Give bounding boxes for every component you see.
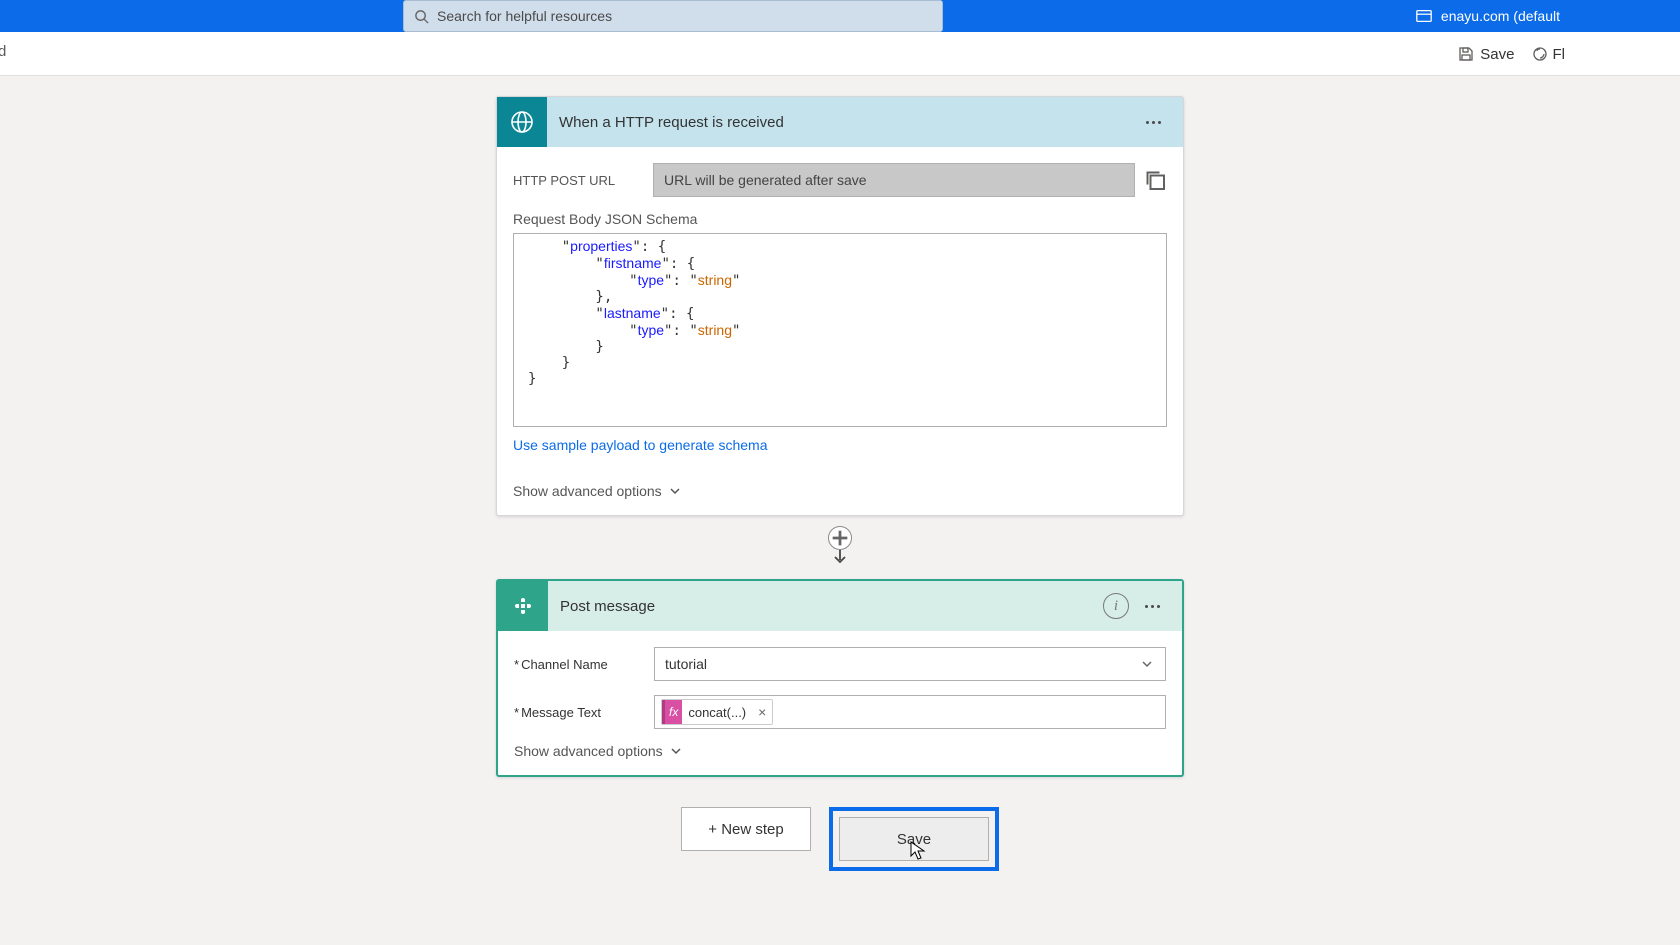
schema-label: Request Body JSON Schema — [513, 211, 1167, 227]
search-placeholder: Search for helpful resources — [437, 8, 612, 24]
url-readonly-field: URL will be generated after save — [653, 163, 1135, 197]
save-highlight: Save — [829, 807, 999, 871]
copy-icon — [1143, 168, 1167, 192]
action-advanced-label: Show advanced options — [514, 743, 663, 759]
trigger-menu-button[interactable] — [1140, 115, 1167, 130]
breadcrumb-fragment: d — [0, 43, 6, 60]
cursor-icon — [910, 841, 926, 861]
connector — [828, 526, 852, 571]
channel-label: Channel Name — [514, 657, 654, 672]
trigger-advanced-label: Show advanced options — [513, 483, 662, 499]
token-text: concat(...) — [682, 705, 752, 720]
bottom-buttons: + New step Save — [681, 807, 999, 871]
action-title: Post message — [560, 598, 1103, 615]
save-button[interactable]: Save — [839, 817, 989, 861]
channel-select[interactable]: tutorial — [654, 647, 1166, 681]
action-menu-button[interactable] — [1139, 599, 1166, 614]
arrow-down-icon — [831, 550, 849, 571]
tenant-name: enayu.com (default — [1441, 8, 1560, 24]
directory-icon — [1415, 7, 1433, 25]
message-label: Message Text — [514, 705, 654, 720]
cmdbar-save-button[interactable]: Save — [1458, 46, 1514, 63]
http-icon — [497, 97, 547, 147]
message-input[interactable]: fx concat(...) × — [654, 695, 1166, 729]
chevron-down-icon — [669, 744, 683, 758]
trigger-card: When a HTTP request is received HTTP POS… — [496, 96, 1184, 516]
token-remove-button[interactable]: × — [752, 704, 772, 720]
cmdbar-save-label: Save — [1480, 46, 1514, 63]
action-advanced-toggle[interactable]: Show advanced options — [514, 743, 1166, 759]
action-header[interactable]: Post message i — [498, 581, 1182, 631]
search-icon — [414, 9, 429, 24]
command-bar: d Save Fl — [0, 32, 1680, 76]
search-box[interactable]: Search for helpful resources — [403, 0, 943, 32]
plus-icon — [829, 527, 851, 549]
sample-payload-link[interactable]: Use sample payload to generate schema — [513, 437, 1167, 453]
fx-icon: fx — [662, 700, 682, 724]
trigger-title: When a HTTP request is received — [559, 114, 1140, 131]
trigger-header[interactable]: When a HTTP request is received — [497, 97, 1183, 147]
expression-token[interactable]: fx concat(...) × — [661, 699, 773, 725]
flow-checker-icon — [1531, 45, 1549, 63]
channel-value: tutorial — [665, 656, 707, 672]
copy-url-button[interactable] — [1143, 168, 1167, 192]
chevron-down-icon — [668, 484, 682, 498]
new-step-button[interactable]: + New step — [681, 807, 811, 851]
action-card: Post message i Channel Name tutorial Mes… — [496, 579, 1184, 777]
slack-icon — [498, 581, 548, 631]
trigger-advanced-toggle[interactable]: Show advanced options — [513, 483, 1167, 499]
add-step-button[interactable] — [828, 526, 852, 550]
chevron-down-icon — [1139, 656, 1155, 672]
cmdbar-flow-label: Fl — [1553, 46, 1566, 63]
global-header: Search for helpful resources enayu.com (… — [0, 0, 1680, 32]
schema-textarea[interactable]: "properties": { "firstname": { "type": "… — [513, 233, 1167, 427]
url-label: HTTP POST URL — [513, 173, 653, 188]
tenant-switcher[interactable]: enayu.com (default — [1415, 7, 1560, 25]
cmdbar-flow-button[interactable]: Fl — [1531, 45, 1566, 63]
info-button[interactable]: i — [1103, 593, 1129, 619]
save-icon — [1458, 46, 1474, 62]
